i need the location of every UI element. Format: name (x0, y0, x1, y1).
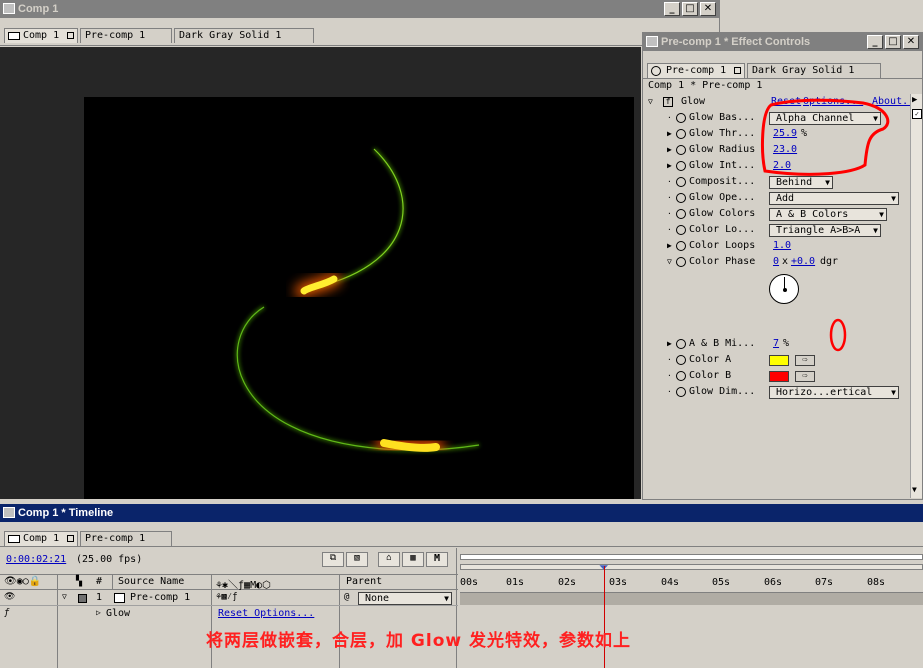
ruler-tick-08s: 08s (867, 577, 886, 588)
ruler-tick-07s: 07s (815, 577, 834, 588)
ruler-tick-02s: 02s (558, 577, 577, 588)
effect-row[interactable]: ƒ ▷ Glow Reset Options... (0, 607, 458, 622)
motion-blur-toggle[interactable]: M (426, 552, 448, 567)
comp-icon (8, 535, 20, 543)
comp-icon (8, 32, 20, 40)
timeline-titlebar[interactable]: Comp 1 * Timeline (0, 504, 923, 522)
effect-row-name[interactable]: Glow (106, 608, 130, 619)
minimize-button[interactable]: _ (664, 2, 680, 16)
timeline-tab-strip: Comp 1 Pre-comp 1 (0, 531, 923, 547)
layer-header-row: 👁◉○🔒 ▚ # Source Name ⚘✱＼ƒ▦M◐⬡ Parent (0, 574, 458, 591)
ec-tab-menu-icon[interactable] (734, 67, 741, 74)
tl-tab-comp-1[interactable]: Comp 1 (4, 531, 78, 546)
av-features-icons: 👁◉○🔒 (4, 576, 42, 587)
ruler-tick-01s: 01s (506, 577, 525, 588)
shy-layers-icon[interactable]: ⌂ (378, 552, 400, 567)
glow-stroke-render (236, 148, 480, 456)
parent-pickwhip-icon[interactable]: @ (344, 592, 349, 602)
comp-window-icon (3, 3, 15, 14)
layer-duration-bar[interactable] (460, 592, 923, 605)
timeline-window-icon (3, 507, 15, 518)
tab-menu-icon[interactable] (67, 32, 74, 39)
column-number-header: # (96, 576, 103, 587)
work-area-bar[interactable] (460, 564, 923, 570)
comp-window-titlebar[interactable]: Comp 1 _ □ ✕ (0, 0, 719, 18)
time-ruler[interactable]: ⏷ 00s 01s 02s 03s 04s 05s 06s 07s 08s (458, 552, 923, 590)
timeline-window: Comp 1 * Timeline Comp 1 Pre-comp 1 0:00… (0, 504, 923, 668)
tab-menu-icon[interactable] (67, 535, 74, 542)
dropdown-arrow-icon: ▼ (444, 594, 449, 603)
comp-window-title: Comp 1 (18, 3, 59, 15)
effect-icon (651, 66, 661, 76)
timeline-toolbar: ⧉ ▧ ⌂ ▦ M (322, 552, 454, 568)
column-source-name-header[interactable]: Source Name (118, 576, 184, 587)
comp-window: Comp 1 _ □ ✕ Comp 1 Pre-comp 1 Dark Gray… (0, 0, 720, 500)
tutorial-caption: 将两层做嵌套，合层，加 Glow 发光特效，参数如上 (206, 631, 632, 651)
tab-comp-1[interactable]: Comp 1 (4, 28, 78, 43)
comp-tab-strip: Comp 1 Pre-comp 1 Dark Gray Solid 1 (0, 28, 720, 46)
parent-dropdown[interactable]: None ▼ (358, 592, 452, 605)
timeline-title: Comp 1 * Timeline (18, 507, 114, 519)
fx-icon: ƒ (4, 608, 10, 618)
current-time-display[interactable]: 0:00:02:21 (6, 554, 66, 565)
expand-effect-icon[interactable]: ▷ (96, 608, 101, 617)
frame-blending-icon[interactable]: ▦ (402, 552, 424, 567)
maximize-button[interactable]: □ (682, 2, 698, 16)
column-parent-header[interactable]: Parent (346, 576, 382, 587)
comp-marker-icon[interactable]: ▧ (346, 552, 368, 567)
fps-label: (25.00 fps) (76, 554, 143, 565)
layer-label-color[interactable] (78, 594, 87, 603)
effect-controls-panel: Pre-comp 1 * Effect Controls _ □ ✕ Pre-c… (642, 32, 923, 500)
tl-tab-pre-comp-1[interactable]: Pre-comp 1 (80, 531, 172, 546)
layer-index: 1 (96, 592, 103, 603)
layer-name[interactable]: Pre-comp 1 (130, 592, 190, 603)
visibility-eye-icon[interactable]: 👁 (4, 592, 15, 602)
ec-tab-pre-comp-1[interactable]: Pre-comp 1 (647, 63, 745, 78)
ruler-tick-03s: 03s (609, 577, 628, 588)
comp-canvas[interactable] (84, 97, 634, 499)
tab-pre-comp-1[interactable]: Pre-comp 1 (80, 28, 172, 43)
layer-row[interactable]: 👁 ▽ 1 Pre-comp 1 ⚘▩⁄ƒ @ None ▼ (0, 591, 458, 606)
timeline-reset-options-link[interactable]: Reset Options... (218, 608, 314, 619)
comp-flowchart-icon[interactable]: ⧉ (322, 552, 344, 567)
ruler-tick-04s: 04s (661, 577, 680, 588)
layer-switches-icons[interactable]: ⚘▩⁄ƒ (216, 592, 238, 602)
precomp-icon (114, 593, 125, 603)
switches-header-icons: ⚘✱＼ƒ▦M◐⬡ (216, 580, 271, 591)
time-navigator-bar[interactable] (460, 554, 923, 560)
column-divider[interactable] (112, 574, 113, 590)
tab-dark-gray-solid-1[interactable]: Dark Gray Solid 1 (174, 28, 314, 43)
comp-viewer[interactable] (0, 47, 641, 499)
ruler-tick-05s: 05s (712, 577, 731, 588)
label-icon: ▚ (76, 576, 83, 587)
red-annotation-marks (761, 98, 890, 352)
expand-layer-icon[interactable]: ▽ (62, 592, 67, 601)
ruler-tick-00s: 00s (460, 577, 479, 588)
close-button[interactable]: ✕ (700, 2, 716, 16)
ruler-tick-06s: 06s (764, 577, 783, 588)
current-time-line (604, 566, 605, 668)
